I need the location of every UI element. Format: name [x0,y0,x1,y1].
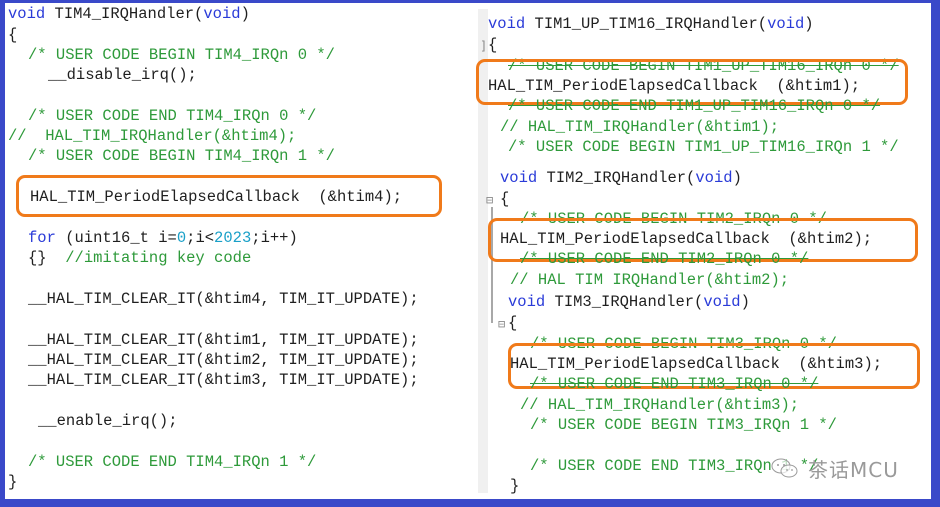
code-line-callback-htim3: HAL_TIM_PeriodElapsedCallback (&htim3); [510,355,883,373]
frame-border-right [931,3,934,499]
code-line-clear-it-htim4: __HAL_TIM_CLEAR_IT(&htim4, TIM_IT_UPDATE… [28,290,419,308]
keyword: void [703,293,741,311]
code-comment: // HAL_TIM_IRQHandler(&htim4); [8,127,297,145]
code-line-callback-htim4: HAL_TIM_PeriodElapsedCallback (&htim4); [30,188,403,206]
keyword: void [695,169,733,187]
code-comment: //imitating key code [46,249,252,267]
code-line-clear-it-htim2: __HAL_TIM_CLEAR_IT(&htim2, TIM_IT_UPDATE… [28,351,419,369]
code-comment: /* USER CODE BEGIN TIM1_UP_TIM16_IRQn 1 … [508,138,899,156]
paren: ) [740,293,750,311]
code-line-callback-htim1: HAL_TIM_PeriodElapsedCallback (&htim1); [488,77,861,95]
paren: ) [240,5,250,23]
code-comment: /* USER CODE END TIM3_IRQn 0 */ [530,375,819,393]
number-literal: 0 [176,229,187,247]
code-line-enable-irq: __enable_irq(); [38,412,178,430]
number-literal: 2023 [214,229,252,247]
keyword: void [508,293,546,311]
code-comment: /* USER CODE BEGIN TIM4_IRQn 0 */ [28,46,335,64]
function-name: TIM1_UP_TIM16_IRQHandler( [525,15,768,33]
watermark-text: 茶话MCU [808,458,899,482]
code-line-open-brace: { [500,190,510,208]
code-line-clear-it-htim1: __HAL_TIM_CLEAR_IT(&htim1, TIM_IT_UPDATE… [28,331,419,349]
code-text: (uint16_t i= [55,229,177,247]
keyword: void [488,15,526,33]
code-comment: /* USER CODE END TIM4_IRQn 1 */ [28,453,317,471]
code-line-open-brace: { [488,36,498,54]
code-comment: // HAL_TIM_IRQHandler(&htim1); [500,118,780,136]
frame-border-left [2,3,5,499]
code-comment: /* USER CODE END TIM1_UP_TIM16_IRQn 0 */ [508,97,881,115]
code-line-signature: void TIM4_IRQHandler(void) [8,5,250,23]
keyword: for [28,229,56,247]
screenshot-frame: void TIM4_IRQHandler(void) { /* USER COD… [2,3,934,499]
wechat-icon [771,458,798,478]
code-comment: /* USER CODE BEGIN TIM4_IRQn 1 */ [28,147,335,165]
code-line-signature-tim3: void TIM3_IRQHandler(void) [508,293,750,311]
code-line-callback-htim2: HAL_TIM_PeriodElapsedCallback (&htim2); [500,230,873,248]
keyword: void [203,5,241,23]
code-line-clear-it-htim3: __HAL_TIM_CLEAR_IT(&htim3, TIM_IT_UPDATE… [28,371,419,389]
code-text: ;i++) [251,229,298,247]
paren: ) [732,169,742,187]
fold-marker-icon[interactable]: ] [480,39,487,53]
code-comment: /* USER CODE BEGIN TIM3_IRQn 1 */ [530,416,837,434]
code-line-open-brace: { [8,26,18,44]
code-line-close-brace: } [8,473,18,491]
function-name: TIM3_IRQHandler( [545,293,704,311]
code-line-close-brace: } [510,477,520,495]
function-name: TIM4_IRQHandler( [45,5,204,23]
code-text: {} [28,249,47,267]
code-line-empty-body: {} //imitating key code [28,249,251,267]
code-line-open-brace: { [508,314,518,332]
keyword: void [500,169,538,187]
code-line-signature-tim1: void TIM1_UP_TIM16_IRQHandler(void) [488,15,814,33]
code-line-for-loop: for (uint16_t i=0;i<2023;i++) [28,229,298,247]
fold-collapse-icon[interactable]: ⊟ [498,317,505,331]
code-text: ;i< [186,229,215,247]
paren: ) [804,15,814,33]
code-comment: /* USER CODE END TIM2_IRQn 0 */ [520,250,809,268]
code-line-signature-tim2: void TIM2_IRQHandler(void) [500,169,742,187]
keyword: void [767,15,805,33]
code-comment: // HAL TIM IRQHandler(&htim2); [510,271,790,289]
code-line-disable-irq: __disable_irq(); [48,66,197,84]
keyword: void [8,5,46,23]
fold-collapse-icon[interactable]: ⊟ [486,193,493,207]
function-name: TIM2_IRQHandler( [537,169,696,187]
code-comment: // HAL_TIM_IRQHandler(&htim3); [520,396,800,414]
code-comment: /* USER CODE END TIM4_IRQn 0 */ [28,107,317,125]
